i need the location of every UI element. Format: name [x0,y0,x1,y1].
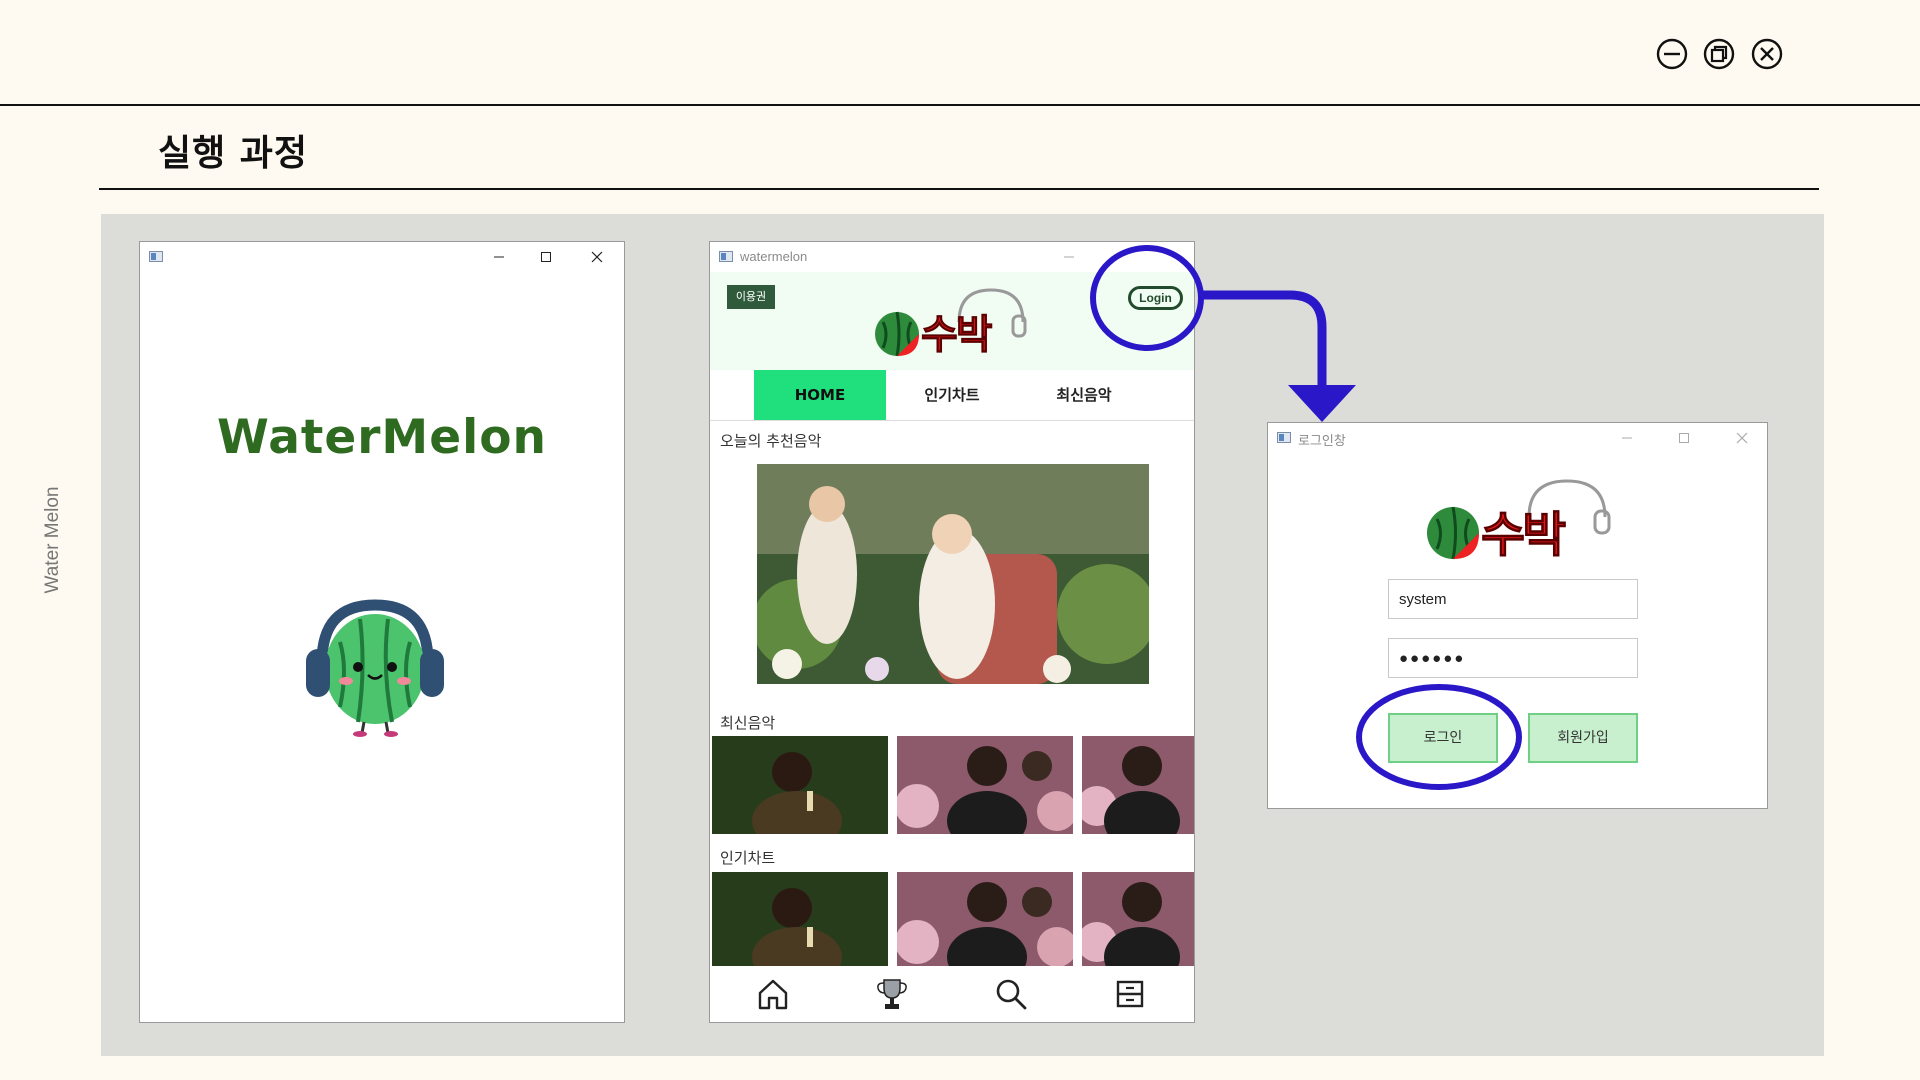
login-highlight-circle [1090,245,1204,351]
flow-arrow-head [1288,385,1356,422]
flow-arrow-line [1201,290,1327,388]
annotation-overlay [1090,245,1522,790]
submit-highlight-circle [1356,684,1522,790]
